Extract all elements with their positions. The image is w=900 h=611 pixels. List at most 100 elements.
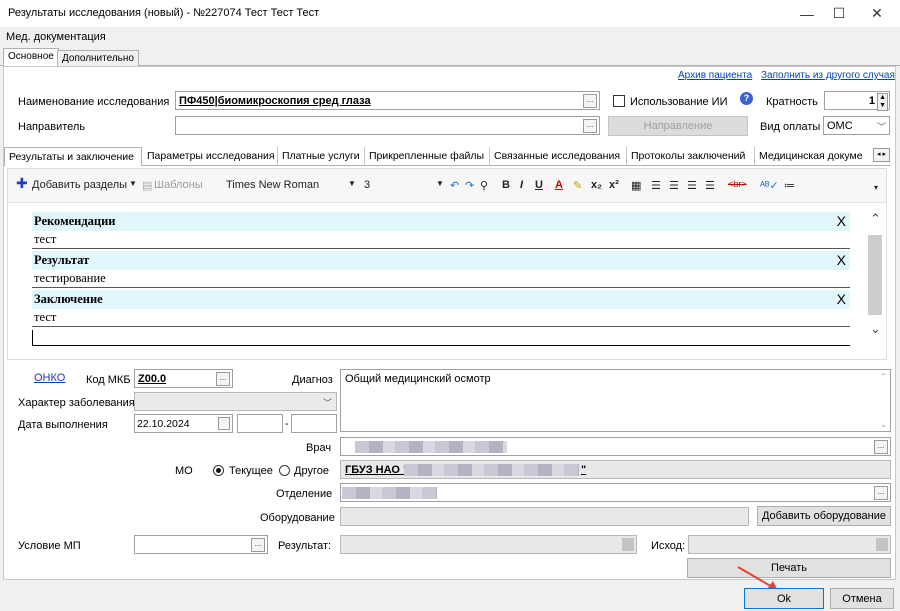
table-icon[interactable]: ▦ <box>631 179 641 192</box>
tab-med-docs[interactable]: Медицинская докуме <box>755 147 873 166</box>
referrer-field[interactable]: ... <box>175 116 600 135</box>
direction-button[interactable]: Направление <box>608 116 748 136</box>
scroll-up-icon[interactable]: ⌃ <box>870 211 881 227</box>
add-equipment-button[interactable]: Добавить оборудование <box>757 506 891 526</box>
tab-paid[interactable]: Платные услуги <box>278 147 365 166</box>
ok-button[interactable]: Ok <box>744 588 824 609</box>
time-to-field[interactable] <box>291 414 337 433</box>
stepper-arrows-icon[interactable]: ▲ ▼ <box>877 93 888 111</box>
highlight-icon[interactable]: ✎ <box>573 179 582 192</box>
section-body[interactable]: тест <box>32 231 850 249</box>
disease-char-label: Характер заболевания <box>18 397 135 409</box>
menu-med-docs[interactable]: Мед. документация <box>6 31 106 43</box>
mo-current-radio[interactable] <box>213 465 224 476</box>
find-icon[interactable]: ⚲ <box>480 179 488 192</box>
add-sections-button[interactable]: Добавить разделы <box>32 179 127 191</box>
payment-label: Вид оплаты <box>760 121 821 133</box>
undo-icon[interactable]: ↶ <box>450 179 459 192</box>
section-close-icon[interactable]: X <box>837 252 846 268</box>
tab-files[interactable]: Прикрепленные файлы <box>365 147 490 166</box>
redacted-doctor-name <box>355 441 507 453</box>
editor-scrollbar[interactable]: ⌃ ⌄ <box>866 209 886 339</box>
section-close-icon[interactable]: X <box>837 291 846 307</box>
print-button[interactable]: Печать <box>687 558 891 578</box>
tab-additional[interactable]: Дополнительно <box>57 50 139 67</box>
line-break-icon[interactable]: <br> <box>728 179 747 189</box>
mo-other-radio[interactable] <box>279 465 290 476</box>
ai-label: Использование ИИ <box>630 96 728 108</box>
patient-archive-link[interactable]: Архив пациента <box>678 70 752 81</box>
department-field[interactable]: ... <box>340 483 891 502</box>
tab-protocols[interactable]: Протоколы заключений <box>627 147 755 166</box>
diagnosis-textarea[interactable]: Общий медицинский осмотр ⌃ ⌄ <box>340 369 891 432</box>
italic-icon[interactable]: I <box>520 179 523 191</box>
cursor-line[interactable] <box>32 330 850 346</box>
time-from-field[interactable] <box>237 414 283 433</box>
size-select[interactable]: 3 <box>364 179 370 191</box>
multiplicity-stepper[interactable]: 1 ▲ ▼ <box>824 91 890 111</box>
font-color-icon[interactable]: A <box>555 179 563 191</box>
condition-label: Условие МП <box>18 540 81 552</box>
tab-scroll-arrows-icon[interactable]: ◂ ▸ <box>873 148 890 162</box>
outcome-field[interactable] <box>688 535 891 554</box>
templates-button[interactable]: Шаблоны <box>154 179 203 191</box>
textarea-down-icon[interactable]: ⌄ <box>880 420 887 429</box>
ai-checkbox[interactable] <box>613 95 625 107</box>
textarea-up-icon[interactable]: ⌃ <box>880 372 887 381</box>
fill-from-other-link[interactable]: Заполнить из другого случая <box>761 70 895 81</box>
superscript-icon[interactable]: x² <box>609 179 619 191</box>
equipment-field[interactable] <box>340 507 749 526</box>
document-body[interactable]: Рекомендации X тест Результат X тестиров… <box>32 212 850 346</box>
mkb-field[interactable]: Z00.0 ... <box>134 369 233 388</box>
toolbar-overflow-icon[interactable]: ▾ <box>874 183 878 192</box>
doctor-field[interactable]: ... <box>340 437 891 456</box>
scroll-down-icon[interactable]: ⌄ <box>870 321 881 337</box>
doctor-ellipsis-button[interactable]: ... <box>874 440 888 454</box>
tab-related[interactable]: Связанные исследования <box>490 147 627 166</box>
research-field[interactable]: ПФ450|биомикроскопия сред глаза ... <box>175 91 600 110</box>
condition-field[interactable]: ... <box>134 535 268 554</box>
result-field[interactable] <box>340 535 637 554</box>
mo-value-suffix: " <box>581 464 587 476</box>
help-icon[interactable]: ? <box>740 92 753 105</box>
font-select[interactable]: Times New Roman <box>226 179 319 191</box>
tab-params[interactable]: Параметры исследования <box>143 147 278 166</box>
subscript-icon[interactable]: x₂ <box>591 179 602 191</box>
underline-icon[interactable]: U <box>535 179 543 191</box>
referrer-label: Направитель <box>18 121 86 133</box>
align-right-icon[interactable]: ☰ <box>687 179 697 192</box>
cancel-button[interactable]: Отмена <box>830 588 894 609</box>
align-left-icon[interactable]: ☰ <box>651 179 661 192</box>
spellcheck-icon[interactable]: ᴬᴮ✓ <box>760 179 779 192</box>
section-title: Результат <box>34 253 90 267</box>
onko-link[interactable]: ОНКО <box>34 372 65 384</box>
redo-icon[interactable]: ↷ <box>465 179 474 192</box>
section-close-icon[interactable]: X <box>837 213 846 229</box>
outcome-lookup-button[interactable] <box>876 538 888 551</box>
bold-icon[interactable]: B <box>502 179 510 191</box>
section-body[interactable]: тестирование <box>32 270 850 288</box>
calendar-icon[interactable] <box>218 417 230 430</box>
mo-field[interactable]: ГБУЗ НАО " " <box>340 460 891 479</box>
referrer-ellipsis-button[interactable]: ... <box>583 119 597 133</box>
minimize-icon: — <box>800 5 814 22</box>
close-window-button[interactable]: ✕ <box>854 0 900 27</box>
research-ellipsis-button[interactable]: ... <box>583 94 597 108</box>
tab-results[interactable]: Результаты и заключение <box>4 147 142 166</box>
justify-icon[interactable]: ☰ <box>705 179 715 192</box>
tab-main[interactable]: Основное <box>3 48 59 67</box>
disease-char-select[interactable]: ﹀ <box>134 392 337 411</box>
payment-select[interactable]: ОМС ﹀ <box>823 116 890 135</box>
result-lookup-button[interactable] <box>622 538 634 551</box>
maximize-icon: ☐ <box>832 5 846 21</box>
department-ellipsis-button[interactable]: ... <box>874 486 888 500</box>
condition-ellipsis-button[interactable]: ... <box>251 538 265 552</box>
date-field[interactable]: 22.10.2024 <box>134 414 233 433</box>
align-center-icon[interactable]: ☰ <box>669 179 679 192</box>
scroll-thumb[interactable] <box>868 235 882 315</box>
menu-bar: Мед. документация <box>0 27 900 47</box>
date-label: Дата выполнения <box>18 419 108 431</box>
list-icon[interactable]: ≔ <box>784 179 795 192</box>
section-body[interactable]: тест <box>32 309 850 327</box>
mkb-ellipsis-button[interactable]: ... <box>216 372 230 386</box>
